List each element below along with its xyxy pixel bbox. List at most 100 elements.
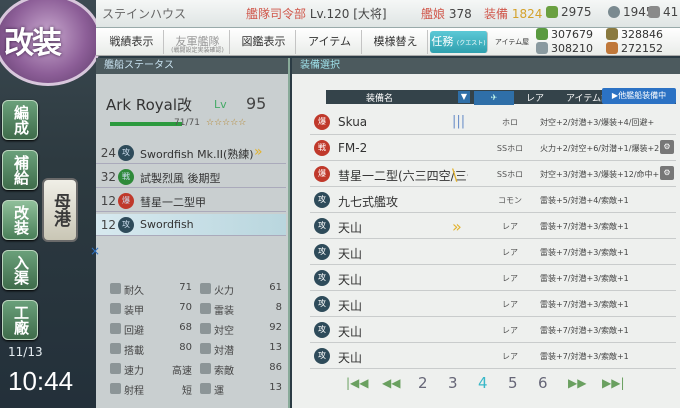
nav-item[interactable]: アイテム	[298, 30, 362, 54]
nav-ninmu[interactable]: 任務 (クエスト)	[430, 31, 488, 53]
stat-value: 70	[179, 302, 192, 313]
equip-select-panel: 装備選択 装備名 ▼ ✈ レア アイテム詳細 ▶他艦船装備中 爆 Skua ||…	[292, 58, 680, 408]
slot-equip-name: 彗星一二型甲	[140, 196, 206, 209]
page-4-current[interactable]: 4	[478, 374, 488, 392]
slot-count: 24	[100, 146, 116, 160]
bauxite-value: 272152	[621, 42, 663, 55]
torpedo-bomber-icon: 攻	[314, 322, 330, 338]
screw-icon	[608, 6, 620, 18]
nav-item-shop[interactable]: アイテム屋	[492, 30, 532, 54]
equip-row[interactable]: 攻 九七式艦攻 コモン 雷装+5/対潜+4/索敵+1	[310, 188, 676, 213]
equip-detail: 雷装+7/対潜+3/索敵+1	[540, 352, 629, 361]
fighter-icon: 戦	[314, 140, 330, 156]
first-page-icon[interactable]: |◀◀	[346, 376, 369, 390]
stat-evasion: 回避 68	[110, 322, 194, 337]
equip-slot-3[interactable]: 12 爆 彗星一二型甲	[96, 190, 286, 212]
equip-row[interactable]: 攻 天山 レア 雷装+7/対潜+3/索敵+1	[310, 318, 676, 343]
nav-zukan[interactable]: 図鑑表示	[232, 30, 296, 54]
page-5[interactable]: 5	[508, 374, 518, 392]
steel-value: 308210	[551, 42, 593, 55]
torpedo-bomber-icon: 攻	[314, 192, 330, 208]
home-port-button[interactable]: 母港	[42, 178, 78, 242]
menu-hokyu-button[interactable]: 補給	[2, 150, 38, 190]
hp-bar-fill	[110, 122, 182, 126]
menu-kosho-button[interactable]: 工廠	[2, 300, 38, 340]
equip-slot-1[interactable]: 24 攻 Swordfish Mk.II(熟練) »	[96, 142, 286, 164]
equip-slot-2[interactable]: 32 戦 試製烈風 後期型	[96, 166, 286, 188]
page-6[interactable]: 6	[538, 374, 548, 392]
stat-icon	[110, 383, 121, 394]
equip-slot-4[interactable]: 12 攻 Swordfish	[96, 214, 286, 236]
menu-kaisou-button[interactable]: 改装	[2, 200, 38, 240]
ships-count: 378	[448, 7, 472, 21]
equip-name: 天山	[338, 351, 363, 365]
stat-icon	[200, 283, 211, 294]
fighter-icon: 戦	[118, 169, 134, 185]
equip-rarity: レア	[502, 352, 518, 361]
nav-moyougae[interactable]: 模様替え	[364, 30, 428, 54]
devmat-count: 41	[663, 5, 679, 19]
equip-name: 九七式艦攻	[338, 195, 399, 209]
equip-name: FM-2	[338, 141, 368, 155]
menu-hensei-button[interactable]: 編成	[2, 100, 38, 140]
equip-row[interactable]: 攻 天山 レア 雷装+7/対潜+3/索敵+1	[310, 266, 676, 291]
stat-value: 92	[269, 322, 282, 333]
last-page-icon[interactable]: ▶▶|	[602, 376, 625, 390]
equip-name: 天山	[338, 247, 363, 261]
equip-row[interactable]: 攻 天山 レア 雷装+7/対潜+3/索敵+1	[310, 344, 676, 369]
pagination: |◀◀ ◀◀ 2 3 4 5 6 ▶▶ ▶▶|	[346, 372, 666, 396]
sort-dropdown-icon[interactable]: ▼	[458, 91, 470, 103]
equip-detail: 対空+3/対潜+3/爆装+12/命中+	[540, 170, 660, 179]
stat-luck: 運 13	[200, 382, 284, 397]
ship-status-panel: 艦船ステータス Ark Royal改 Lv 95 71/71 ☆☆☆☆☆ 24 …	[90, 58, 290, 408]
admiral-label: 艦隊司令部	[246, 7, 307, 21]
equip-name: 天山	[338, 299, 363, 313]
equip-row[interactable]: 攻 天山 レア 雷装+7/対潜+3/索敵+1	[310, 292, 676, 317]
remove-equip-icon[interactable]: ×	[90, 244, 100, 258]
page-2[interactable]: 2	[418, 374, 428, 392]
stat-torpedo: 雷装 8	[200, 302, 284, 317]
stat-label: 射程	[124, 386, 144, 397]
proficiency-chevron-icon: »	[254, 144, 263, 160]
col-rarity: レア	[526, 94, 545, 104]
stat-icon	[200, 343, 211, 354]
ammo-value: 328846	[621, 28, 663, 41]
slot-equip-name: Swordfish Mk.II(熟練)	[140, 148, 254, 161]
equip-row[interactable]: 爆 Skua ||| ホロ 対空+2/対潜+3/爆装+4/回避+	[310, 110, 676, 135]
nav-yugun[interactable]: 友軍艦隊 (戦闘設定実装確認)	[166, 30, 230, 54]
top-status-bar: ステインハウス 艦隊司令部 Lv.120 [大将] 艦娘 378 装備 1824…	[96, 0, 680, 28]
dive-bomber-icon: 爆	[314, 166, 330, 182]
bauxite-resource: 272152	[606, 42, 663, 55]
torpedo-bomber-icon: 攻	[314, 218, 330, 234]
next-page-icon[interactable]: ▶▶	[568, 376, 586, 390]
stat-label: 装甲	[124, 306, 144, 317]
equip-row[interactable]: 爆 彗星一二型(六三四空/三号爆弾搭載機) \ SSホロ 対空+3/対潜+3/爆…	[310, 162, 676, 187]
torpedo-bomber-icon: 攻	[314, 296, 330, 312]
col-name[interactable]: 装備名	[366, 91, 393, 104]
equip-row[interactable]: 攻 天山 » レア 雷装+7/対潜+3/索敵+1	[310, 214, 676, 239]
hp-value: 71/71	[174, 118, 200, 128]
stat-value: 13	[269, 382, 282, 393]
equip-detail: 雷装+7/対潜+3/索敵+1	[540, 248, 629, 257]
filter-type-icon[interactable]: ✈	[474, 91, 514, 105]
proficiency-mark-icon: »	[452, 217, 462, 236]
proficiency-mark-icon: |||	[452, 114, 466, 129]
devmat-resource: 41	[648, 5, 678, 19]
prev-page-icon[interactable]: ◀◀	[382, 376, 400, 390]
stat-icon	[110, 363, 121, 374]
equip-row[interactable]: 戦 FM-2 SSホロ 火力+2/対空+6/対潜+1/爆装+2 ⚙	[310, 136, 676, 161]
stat-value: 68	[179, 322, 192, 333]
torpedo-bomber-icon: 攻	[314, 244, 330, 260]
show-equipped-elsewhere-button[interactable]: ▶他艦船装備中	[602, 88, 676, 104]
equip-row[interactable]: 攻 天山 レア 雷装+7/対潜+3/索敵+1	[310, 240, 676, 265]
stat-value: 80	[179, 342, 192, 353]
page-3[interactable]: 3	[448, 374, 458, 392]
stat-firepower: 火力 61	[200, 282, 284, 297]
menu-nyukyo-button[interactable]: 入渠	[2, 250, 38, 290]
nav-senseki[interactable]: 戦績表示	[100, 30, 164, 54]
upgrade-stars: ☆☆☆☆☆	[206, 118, 247, 128]
stat-icon	[200, 323, 211, 334]
equip-rarity: コモン	[498, 196, 522, 205]
equip-rarity: レア	[502, 248, 518, 257]
torpedo-bomber-icon: 攻	[314, 348, 330, 364]
